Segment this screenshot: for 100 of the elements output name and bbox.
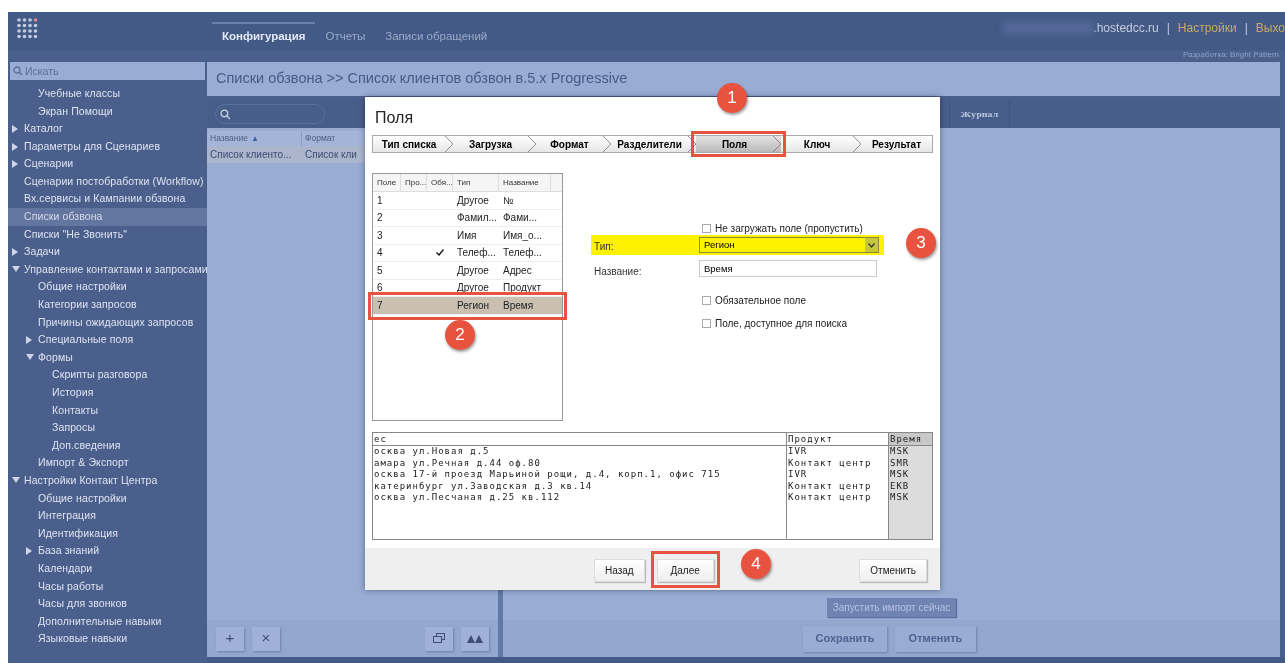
wizard-step[interactable]: Тип списка xyxy=(373,136,453,152)
sidebar-item[interactable]: Управление контактами и запросами xyxy=(8,260,207,279)
sort-indicator[interactable]: ▲ xyxy=(251,132,259,145)
nav-tab[interactable]: Отчеты xyxy=(315,22,376,50)
checkbox[interactable] xyxy=(702,224,711,233)
back-button[interactable]: Назад xyxy=(594,558,645,582)
table-row[interactable]: 4 Телеф... Телеф... xyxy=(373,244,562,262)
wizard-step[interactable]: Загрузка xyxy=(453,136,536,152)
table-cell-text: EKB xyxy=(889,480,911,492)
save-button[interactable]: Сохранить xyxy=(803,625,887,652)
cancel-button[interactable]: Отменить xyxy=(895,625,976,652)
sidebar-item[interactable]: Запросы xyxy=(8,419,207,437)
sidebar-item[interactable]: Доп.сведения xyxy=(8,436,207,455)
table-cell-text: MSK xyxy=(889,469,911,481)
wizard-step[interactable]: Разделители xyxy=(611,136,696,152)
nav-tab[interactable]: Записи обращений xyxy=(375,22,498,50)
table-row[interactable]: 2 Фамил... Фами... xyxy=(373,209,562,227)
sidebar-item[interactable]: Специальные поля xyxy=(8,331,207,349)
separator-text: | xyxy=(1244,20,1248,37)
logout-link[interactable]: Выхо xyxy=(1255,19,1285,37)
column-header[interactable]: Название xyxy=(499,174,551,191)
column-header[interactable]: Тип xyxy=(453,174,499,191)
sidebar-item[interactable]: Контакты xyxy=(8,401,207,420)
sidebar-item[interactable]: Общие настройки xyxy=(8,489,207,508)
sidebar-item[interactable]: Вх.сервисы и Кампании обзвона xyxy=(8,190,207,209)
sidebar-item[interactable]: База знаний xyxy=(8,542,207,561)
sidebar-item[interactable]: Сценарии постобработки (Workflow) xyxy=(8,172,207,191)
sidebar-item[interactable]: Календари xyxy=(8,560,207,578)
double-up-arrow-icon xyxy=(467,634,483,643)
table-cell-text: Контакт центр xyxy=(787,457,873,469)
chevron-icon xyxy=(773,136,781,152)
caret-right-icon xyxy=(26,547,32,556)
table-row[interactable]: 1 Другое № xyxy=(373,192,562,210)
sidebar-item[interactable]: Формы xyxy=(8,348,207,367)
move-top-button[interactable] xyxy=(461,626,489,651)
delete-button[interactable]: × xyxy=(252,626,280,651)
sidebar-item[interactable]: Причины ожидающих запросов xyxy=(8,313,207,332)
sidebar-item[interactable]: Импорт & Экспорт xyxy=(8,454,207,473)
chevron-icon xyxy=(688,136,696,152)
table-cell-text: осква ул.Песчаная д.25 кв.112 xyxy=(373,492,562,504)
table-cell-text: амара ул.Речная д.44 оф.80 xyxy=(373,457,542,469)
name-input-field[interactable]: Время xyxy=(699,260,877,277)
wizard-step[interactable]: Ключ xyxy=(781,136,861,152)
tab[interactable]: Журнал xyxy=(950,100,1010,128)
sidebar-item[interactable]: Скрипты разговора xyxy=(8,366,207,385)
sidebar-item[interactable]: Настройки Контакт Центра xyxy=(8,472,207,490)
sidebar-item[interactable]: Общие настройки xyxy=(8,278,207,297)
checkbox[interactable] xyxy=(702,296,711,305)
sidebar-item[interactable]: Часы для звонков xyxy=(8,595,207,613)
cancel-button[interactable]: Отменить xyxy=(859,558,927,582)
checkbox[interactable] xyxy=(702,319,711,328)
caret-down-icon xyxy=(12,477,20,484)
table-row[interactable]: 5 Другое Адрес xyxy=(373,262,562,280)
column-header[interactable]: Про... xyxy=(401,174,427,191)
table-cell-text: IVR xyxy=(787,469,809,481)
dialog-title: Поля xyxy=(375,108,414,128)
table-cell-text: MSK xyxy=(889,446,911,458)
account-text: .hostedcc.ru xyxy=(1093,20,1159,37)
table-cell-text: MSK xyxy=(889,492,911,504)
wizard-step[interactable]: Формат xyxy=(536,136,611,152)
app-grid-icon[interactable] xyxy=(17,18,39,40)
restore-window-button[interactable] xyxy=(425,626,453,651)
next-button[interactable]: Далее xyxy=(656,558,714,582)
sidebar-item[interactable]: Списки обзвона xyxy=(8,208,207,226)
column-header[interactable]: Продукт xyxy=(787,433,888,446)
sidebar-item[interactable]: Задачи xyxy=(8,243,207,261)
checkbox-label: Обязательное поле xyxy=(715,294,806,308)
field-label: Название: xyxy=(594,265,642,279)
sidebar-item[interactable]: Сценарии xyxy=(8,155,207,173)
sidebar-item[interactable]: Параметры для Сценариев xyxy=(8,137,207,156)
table-cell-text: Контакт центр xyxy=(787,480,873,492)
sidebar-item[interactable]: Экран Помощи xyxy=(8,102,207,121)
sidebar-item[interactable]: Дополнительные навыки xyxy=(8,612,207,631)
sidebar-item[interactable]: Категории запросов xyxy=(8,296,207,314)
type-dropdown[interactable]: Регион xyxy=(699,237,879,253)
table-cell-text: осква 17-й проезд Марьиной рощи, д.4, корп.1, офис 715 xyxy=(373,469,722,481)
column-header[interactable]: Обя... xyxy=(427,174,453,191)
column-header[interactable]: ес xyxy=(373,433,786,446)
sidebar-item[interactable]: Каталог xyxy=(8,120,207,138)
checkbox-label: Не загружать поле (пропустить) xyxy=(715,222,863,236)
sidebar-item[interactable]: Списки "Не Звонить" xyxy=(8,225,207,244)
checkmark-icon xyxy=(436,249,444,257)
table-row[interactable]: 3 Имя Имя_о... xyxy=(373,227,562,245)
column-header[interactable]: Время xyxy=(889,433,932,446)
checkbox-label: Поле, доступное для поиска xyxy=(715,317,847,331)
sidebar-item[interactable]: Языковые навыки xyxy=(8,630,207,648)
sidebar-item[interactable]: Учебные классы xyxy=(8,85,207,103)
chevron-icon xyxy=(528,136,536,152)
search-field[interactable]: Искать xyxy=(10,62,205,80)
sidebar-item[interactable]: Идентификация xyxy=(8,524,207,543)
sidebar-item[interactable]: История xyxy=(8,384,207,402)
chevron-icon xyxy=(853,136,861,152)
column-header[interactable]: Поле xyxy=(373,174,401,191)
sidebar-item[interactable]: Интеграция xyxy=(8,507,207,525)
table-cell-text: IVR xyxy=(787,446,809,458)
settings-link[interactable]: Настройки xyxy=(1177,19,1237,37)
sidebar-item[interactable]: Часы работы xyxy=(8,577,207,596)
search-icon xyxy=(220,108,231,120)
add-button[interactable]: + xyxy=(216,626,244,651)
wizard-step[interactable]: Результат xyxy=(861,136,932,152)
